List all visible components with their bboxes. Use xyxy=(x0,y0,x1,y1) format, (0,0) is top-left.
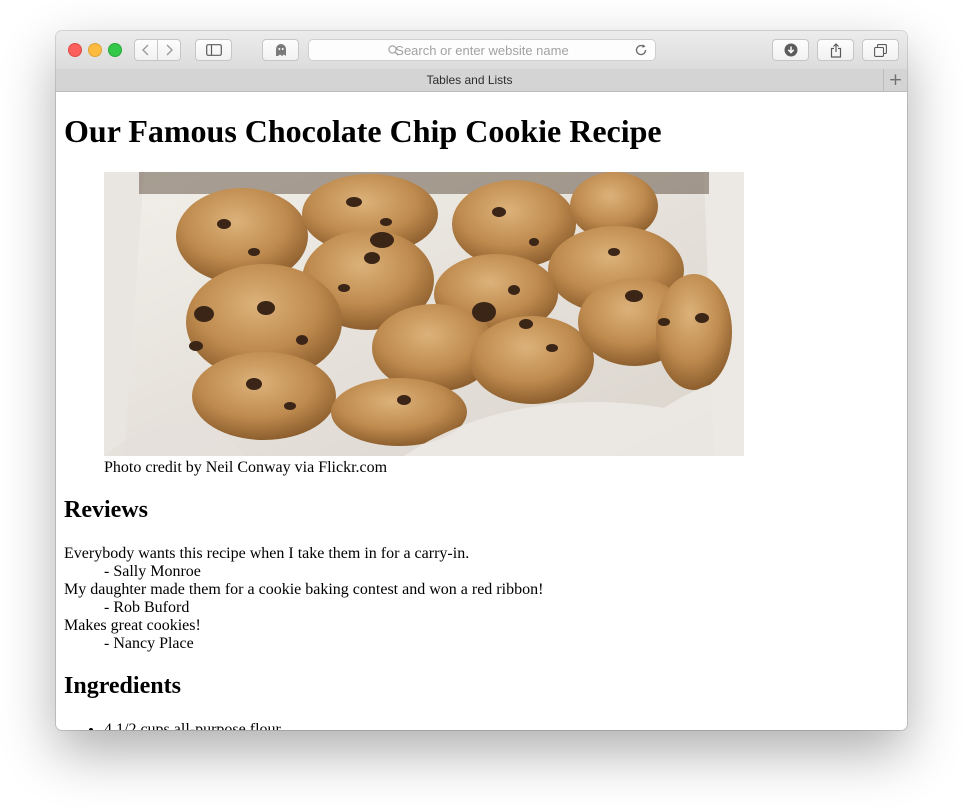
download-icon xyxy=(784,43,797,57)
close-window-button[interactable] xyxy=(68,43,82,57)
browser-toolbar: Search or enter website name xyxy=(56,31,907,70)
photo-caption: Photo credit by Neil Conway via Flickr.c… xyxy=(104,459,388,476)
back-button[interactable] xyxy=(134,39,158,61)
review-quote: My daughter made them for a cookie bakin… xyxy=(64,581,544,598)
cookie-photo xyxy=(104,172,744,456)
sidebar-icon xyxy=(205,44,222,56)
review-author: - Sally Monroe xyxy=(104,563,201,580)
show-tabs-button[interactable] xyxy=(862,39,899,61)
browser-window: Search or enter website name Tables and … xyxy=(56,31,907,730)
chevron-left-icon xyxy=(142,44,149,56)
address-bar[interactable]: Search or enter website name xyxy=(308,39,656,61)
forward-button[interactable] xyxy=(157,39,181,61)
tab-active[interactable]: Tables and Lists xyxy=(56,73,883,87)
new-tab-button[interactable]: + xyxy=(883,69,907,91)
reviews-heading: Reviews xyxy=(64,497,148,523)
review-author: - Nancy Place xyxy=(104,635,194,652)
tab-bar: Tables and Lists + xyxy=(56,69,907,92)
ingredients-heading: Ingredients xyxy=(64,673,181,699)
review-author: - Rob Buford xyxy=(104,599,190,616)
share-button[interactable] xyxy=(817,39,854,61)
sidebar-toggle-button[interactable] xyxy=(195,39,232,61)
plus-icon: + xyxy=(888,70,903,90)
page-title: Our Famous Chocolate Chip Cookie Recipe xyxy=(64,113,662,149)
reviews-list: Everybody wants this recipe when I take … xyxy=(64,545,864,653)
ingredients-list: 4 1/2 cups all-purpose flour xyxy=(64,721,281,730)
ghost-icon xyxy=(275,44,286,56)
ingredient-item: 4 1/2 cups all-purpose flour xyxy=(104,721,281,730)
share-icon xyxy=(830,42,841,58)
zoom-window-button[interactable] xyxy=(108,43,122,57)
address-placeholder: Search or enter website name xyxy=(395,43,569,58)
downloads-button[interactable] xyxy=(772,39,809,61)
review-quote: Everybody wants this recipe when I take … xyxy=(64,545,470,562)
tabs-overview-icon xyxy=(874,43,887,57)
review-quote: Makes great cookies! xyxy=(64,617,201,634)
web-page-content: Our Famous Chocolate Chip Cookie Recipe xyxy=(56,92,907,730)
minimize-window-button[interactable] xyxy=(88,43,102,57)
private-browsing-button[interactable] xyxy=(262,39,299,61)
reload-icon[interactable] xyxy=(634,43,648,57)
chevron-right-icon xyxy=(166,44,173,56)
